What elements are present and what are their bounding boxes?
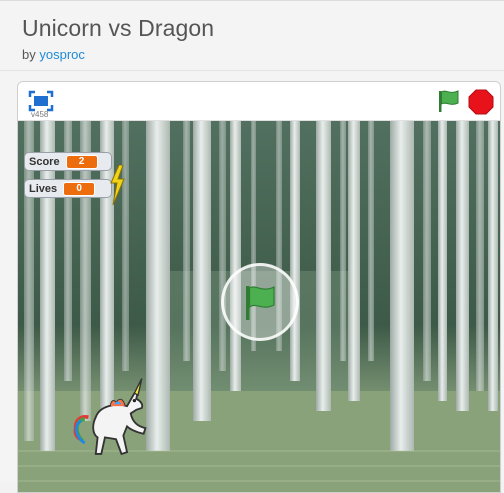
stop-icon[interactable] [468,89,494,115]
fullscreen-icon[interactable] [28,90,54,112]
green-flag-play-overlay[interactable] [221,263,299,341]
score-label: Score [29,155,60,168]
version-label: v458 [31,110,49,119]
project-card: Unicorn vs Dragon by yosproc v458 Score … [0,0,504,493]
score-monitor: Score 2 [24,152,112,171]
stage[interactable]: Score 2 Lives 0 [18,121,500,492]
green-flag-icon[interactable] [436,89,462,113]
by-label: by [22,47,36,62]
player-controls-bar: v458 [18,82,500,121]
byline: by yosproc [22,47,85,62]
lightning-bolt-icon [110,165,125,205]
score-value: 2 [65,154,98,169]
divider [0,70,504,71]
project-title: Unicorn vs Dragon [22,15,215,41]
project-player: v458 Score 2 Lives 0 [17,81,501,493]
unicorn-sprite [73,378,147,456]
lives-monitor: Lives 0 [24,179,112,198]
lives-value: 0 [63,181,96,196]
author-link[interactable]: yosproc [39,47,85,62]
lives-label: Lives [29,182,58,195]
green-flag-icon [246,286,275,320]
